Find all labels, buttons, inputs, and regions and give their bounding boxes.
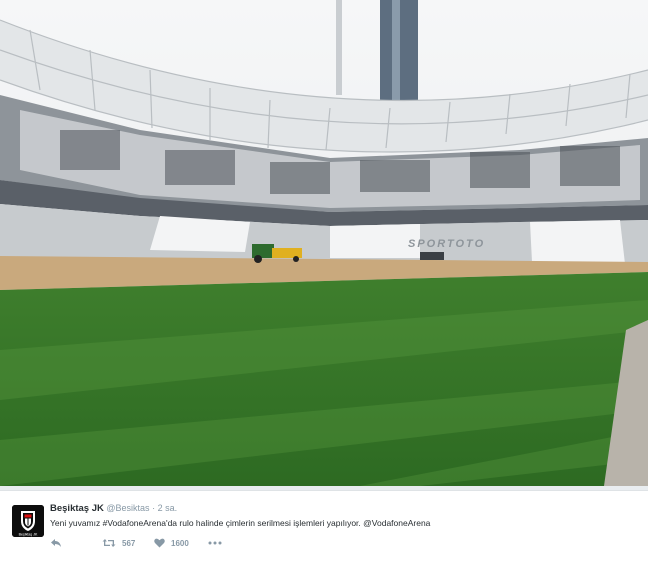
- tweet-text-start: Yeni yuvamız: [50, 518, 103, 528]
- tweet-header: Beşiktaş JK @Besiktas · 2 sa.: [50, 503, 177, 514]
- besiktas-crest-icon: Beşiktaş JK: [12, 505, 44, 537]
- separator-dot: ·: [152, 503, 156, 513]
- author-name[interactable]: Beşiktaş JK: [50, 503, 104, 514]
- heart-icon: [154, 538, 165, 548]
- tweet-card: Beşiktaş JK Beşiktaş JK @Besiktas · 2 sa…: [0, 490, 648, 562]
- avatar[interactable]: Beşiktaş JK: [12, 505, 44, 537]
- reply-button[interactable]: [50, 538, 102, 548]
- more-button[interactable]: [208, 541, 222, 545]
- avatar-label: Beşiktaş JK: [19, 533, 38, 537]
- author-handle[interactable]: @Besiktas: [106, 503, 149, 513]
- hashtag-link[interactable]: #VodafoneArena: [103, 518, 166, 528]
- retweet-button[interactable]: 567: [102, 538, 154, 548]
- stadium-photo: SPORTOTO: [0, 0, 648, 486]
- more-icon: [208, 541, 222, 545]
- tweet-text-rest: 'da rulo halinde çimlerin serilmesi işle…: [165, 518, 364, 528]
- tweet-text: Yeni yuvamız #VodafoneArena'da rulo hali…: [50, 518, 430, 528]
- like-button[interactable]: 1600: [154, 538, 208, 548]
- mention-link[interactable]: @VodafoneArena: [363, 518, 430, 528]
- tweet-timestamp[interactable]: 2 sa.: [158, 503, 178, 513]
- stand-signage: SPORTOTO: [408, 238, 485, 250]
- retweet-icon: [102, 539, 116, 547]
- like-count: 1600: [171, 538, 189, 548]
- reply-icon: [51, 539, 61, 547]
- tweet-actions: 567 1600: [50, 536, 222, 550]
- retweet-count: 567: [122, 538, 136, 548]
- tweet-photo[interactable]: SPORTOTO: [0, 0, 648, 486]
